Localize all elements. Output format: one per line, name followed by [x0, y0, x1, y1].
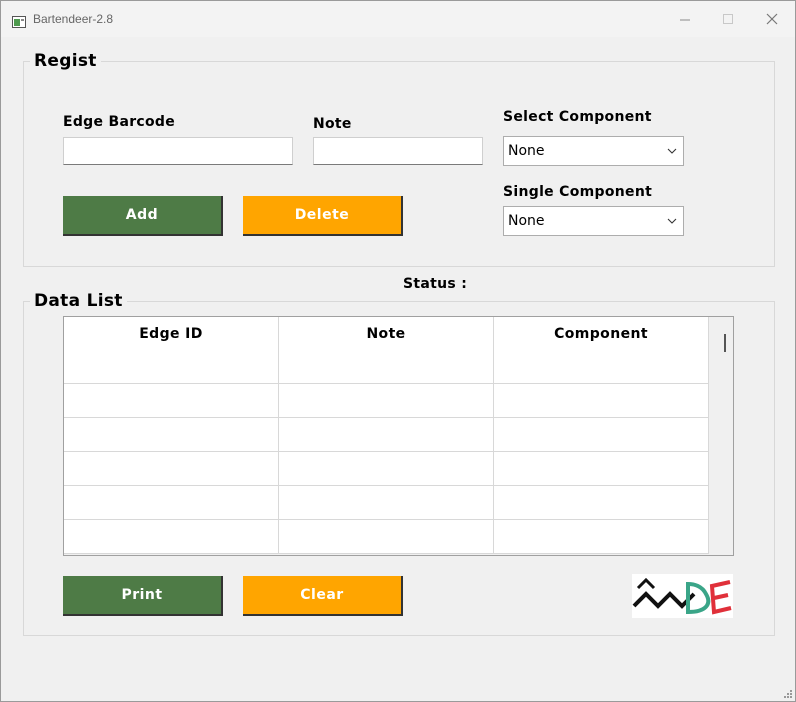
cell-note[interactable]: [279, 520, 494, 554]
cell-component[interactable]: [494, 384, 709, 418]
cell-edge-id[interactable]: [64, 384, 279, 418]
select-component-value: None: [508, 143, 545, 159]
cell-component[interactable]: [494, 486, 709, 520]
regist-group-title: Regist: [30, 51, 101, 71]
table-row[interactable]: [64, 520, 709, 554]
single-component-label: Single Component: [503, 184, 653, 200]
vertical-scrollbar[interactable]: [717, 317, 733, 555]
status-label: Status :: [403, 276, 468, 292]
app-window: Bartendeer-2.8 Regist Edge Barcode Note …: [0, 0, 796, 702]
scrollbar-thumb[interactable]: [724, 334, 726, 352]
cell-note[interactable]: [279, 384, 494, 418]
note-label: Note: [313, 116, 352, 132]
data-grid[interactable]: Edge ID Note Component: [63, 316, 734, 556]
table-row[interactable]: [64, 486, 709, 520]
cell-component[interactable]: [494, 452, 709, 486]
edge-barcode-input[interactable]: [63, 137, 293, 165]
company-logo: [632, 574, 733, 618]
column-header-note[interactable]: Note: [279, 317, 494, 384]
clear-button[interactable]: Clear: [243, 576, 403, 616]
single-component-dropdown[interactable]: None: [503, 206, 684, 236]
column-header-component[interactable]: Component: [494, 317, 709, 384]
single-component-value: None: [508, 213, 545, 229]
print-button[interactable]: Print: [63, 576, 223, 616]
table-row[interactable]: [64, 418, 709, 452]
cell-edge-id[interactable]: [64, 418, 279, 452]
cell-note[interactable]: [279, 418, 494, 452]
select-component-label: Select Component: [503, 109, 652, 125]
close-button[interactable]: [761, 9, 783, 29]
chevron-down-icon: [667, 148, 677, 154]
cell-note[interactable]: [279, 452, 494, 486]
table-row[interactable]: [64, 452, 709, 486]
cell-component[interactable]: [494, 520, 709, 554]
chevron-down-icon: [667, 218, 677, 224]
resize-grip-icon[interactable]: [784, 690, 792, 698]
minimize-icon: [680, 19, 690, 21]
close-icon: [766, 13, 778, 25]
column-header-edge-id[interactable]: Edge ID: [64, 317, 279, 384]
cell-note[interactable]: [279, 486, 494, 520]
maximize-icon: [723, 14, 733, 24]
cell-edge-id[interactable]: [64, 452, 279, 486]
minimize-button[interactable]: [674, 9, 696, 29]
window-title: Bartendeer-2.8: [33, 12, 114, 26]
cell-edge-id[interactable]: [64, 520, 279, 554]
select-component-dropdown[interactable]: None: [503, 136, 684, 166]
app-window-icon: [12, 13, 26, 28]
table-row[interactable]: [64, 384, 709, 418]
cell-component[interactable]: [494, 418, 709, 452]
edge-barcode-label: Edge Barcode: [63, 114, 176, 130]
data-list-group-title: Data List: [30, 291, 127, 311]
note-input[interactable]: [313, 137, 483, 165]
delete-button[interactable]: Delete: [243, 196, 403, 236]
cell-edge-id[interactable]: [64, 486, 279, 520]
maximize-button[interactable]: [717, 9, 739, 29]
title-bar: Bartendeer-2.8: [1, 1, 795, 37]
add-button[interactable]: Add: [63, 196, 223, 236]
